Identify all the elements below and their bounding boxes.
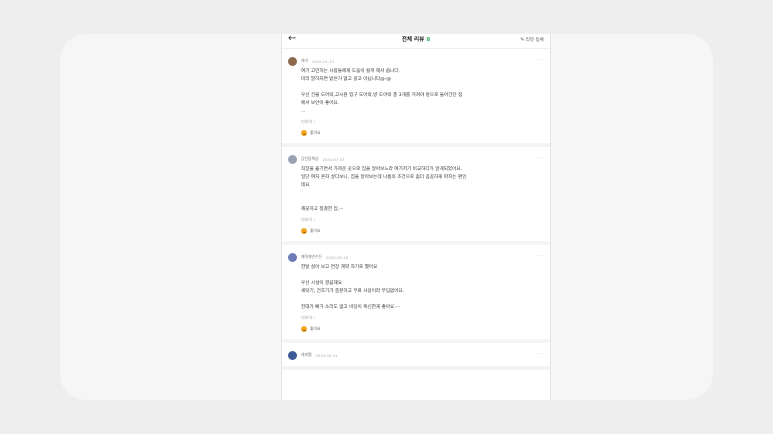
chevron-right-icon: ›	[312, 217, 315, 222]
review-card: 감빈탐책삼 2024-07-07 ··· 직장을 옮기면서 가까운 곳으로 집을 알아…	[282, 147, 550, 245]
review-text-line	[301, 84, 544, 92]
review-date: 2024-03-24	[315, 352, 338, 358]
review-list: 케이 2025-01-13 ··· 여기 고민하는 사람들에게 도움이 될까 해서 씁…	[282, 49, 550, 370]
review-text-line: 직장을 옮기면서 가까운 곳으로 집을 알아보느라 여기저기 비교하다가 알게되…	[301, 167, 463, 172]
smile-icon	[301, 326, 307, 332]
reviewer-nickname[interactable]: 감빈탐책삼	[301, 156, 318, 162]
review-date: 2024-05-16	[325, 254, 349, 260]
reviewer-nickname[interactable]: 래퍼쨈	[301, 352, 311, 358]
page-backdrop: ← 전체 리뷰 8 ✎리뷰 등록 케이 2025-01-13 ··· 여기 고민하는 사…	[60, 34, 713, 400]
like-button[interactable]: 좋아요	[301, 129, 544, 137]
review-text-line: 한달 살아 보고 연장 계약 하기로 했어요	[301, 265, 378, 270]
review-card: 케이 2025-01-13 ··· 여기 고민하는 사람들에게 도움이 될까 해서 씁…	[282, 49, 550, 147]
write-review-label: 리뷰 등록	[525, 38, 544, 43]
read-more-link[interactable]: 더보기 ›	[301, 118, 544, 125]
read-more-label: 더보기	[301, 119, 313, 124]
avatar[interactable]	[288, 252, 297, 262]
read-more-label: 더보기	[301, 217, 313, 222]
avatar[interactable]	[288, 154, 297, 164]
more-dots-icon[interactable]: ···	[536, 155, 542, 161]
write-review-button[interactable]: ✎리뷰 등록	[520, 36, 544, 45]
review-text-line: 일단 여자 혼자 살다보니, 집을 알아보는데 나름의 조건으로 좀더 꼼꼼하게…	[301, 175, 467, 180]
review-text-line: 전대가 빠가 소리도 없고 비당이 폭신한게 좋아요.···	[301, 305, 401, 310]
review-text-line: 우선 시설이 깔끔해요	[301, 281, 342, 286]
review-text-line: 세탁기, 건조기가 충분하고 무료 사용이라 무딤없어요.	[301, 289, 405, 294]
review-text-line: 데요	[301, 183, 310, 188]
smile-icon	[301, 130, 307, 136]
review-card: 래퍼쨈 2024-03-24 ···	[282, 343, 550, 370]
review-text-line: 미리 말하자면 받은거 없고 광고 아닙니다@-@	[301, 77, 391, 82]
reviewer-nickname[interactable]: 매력제연수진	[301, 254, 322, 260]
avatar[interactable]	[288, 350, 297, 360]
read-more-link[interactable]: 더보기 ›	[301, 314, 544, 321]
top-bar: ← 전체 리뷰 8 ✎리뷰 등록	[282, 34, 550, 48]
more-dots-icon[interactable]: ···	[536, 253, 542, 259]
review-body[interactable]: 직장을 옮기면서 가까운 곳으로 집을 알아보느라 여기저기 비교하다가 알게되…	[301, 166, 544, 214]
smile-icon	[301, 228, 307, 234]
read-more-label: 더보기	[301, 315, 313, 320]
review-text-line: 여기 고민하는 사람들에게 도움이 될까 해서 씁니다.	[301, 69, 400, 74]
like-label: 좋아요	[310, 130, 321, 135]
more-dots-icon[interactable]: ···	[536, 57, 542, 63]
review-meta: 래퍼쨈 2024-03-24	[288, 350, 544, 360]
review-text-line: 에서 보안이 좋아요.	[301, 101, 340, 106]
chevron-right-icon: ›	[312, 119, 315, 124]
review-date: 2025-01-13	[312, 58, 335, 64]
review-count: 8	[426, 37, 431, 43]
read-more-link[interactable]: 더보기 ›	[301, 216, 544, 223]
more-dots-icon[interactable]: ···	[536, 351, 542, 357]
avatar[interactable]	[288, 56, 297, 66]
review-text-line: 우선 건물 도어락,고시원 입구 도어락,방 도어락 총 3개를 거쳐야 방으로…	[301, 93, 463, 98]
review-date: 2024-07-07	[322, 156, 345, 162]
review-body[interactable]: 한달 살아 보고 연장 계약 하기로 했어요우선 시설이 깔끔해요세탁기, 건조…	[301, 264, 544, 312]
page-title-text: 전체 리뷰	[401, 37, 425, 43]
pencil-icon: ✎	[520, 37, 525, 43]
review-meta: 케이 2025-01-13	[288, 56, 544, 66]
mobile-review-screen: ← 전체 리뷰 8 ✎리뷰 등록 케이 2025-01-13 ··· 여기 고민하는 사…	[281, 34, 551, 400]
like-button[interactable]: 좋아요	[301, 227, 544, 235]
review-text-line: 깨끗하고 정결한 집,···	[301, 207, 344, 212]
review-text-line	[301, 198, 544, 206]
review-text-line	[301, 272, 544, 280]
like-label: 좋아요	[310, 326, 321, 331]
review-card: 매력제연수진 2024-05-16 ··· 한달 살아 보고 연장 계약 하기로 했어…	[282, 245, 550, 343]
review-text-line	[301, 190, 544, 198]
chevron-right-icon: ›	[312, 315, 315, 320]
reviewer-nickname[interactable]: 케이	[301, 58, 308, 64]
review-meta: 감빈탐책삼 2024-07-07	[288, 154, 544, 164]
review-text-line: ...	[301, 109, 306, 114]
like-button[interactable]: 좋아요	[301, 325, 544, 333]
page-title: 전체 리뷰 8	[282, 36, 550, 44]
like-label: 좋아요	[310, 228, 321, 233]
review-body[interactable]: 여기 고민하는 사람들에게 도움이 될까 해서 씁니다. 미리 말하자면 받은거 …	[301, 68, 544, 116]
review-meta: 매력제연수진 2024-05-16	[288, 252, 544, 262]
review-text-line	[301, 296, 544, 304]
